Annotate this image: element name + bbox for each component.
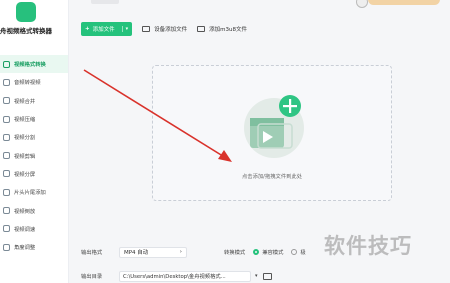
- app-logo-icon: [16, 2, 36, 22]
- sidebar-nav: 视频格式转换 音频转视频 视频合并 视频压缩 视频分割 视频剪辑 视频分屏 片头…: [0, 55, 68, 256]
- chevron-right-icon: ›: [179, 249, 182, 255]
- compress-icon: [3, 115, 10, 123]
- device-icon: [142, 26, 151, 32]
- add-file-label: 添加文件: [92, 27, 115, 33]
- audio-icon: [3, 78, 10, 86]
- sidebar-item-video-compress[interactable]: 视频压缩: [0, 110, 68, 128]
- film-icon: [3, 188, 10, 196]
- sidebar-item-video-format-convert[interactable]: 视频格式转换: [0, 55, 68, 74]
- add-video-illustration-icon: [244, 95, 304, 158]
- scissors-icon: [3, 152, 10, 160]
- sidebar: 舟视频格式转换器 视频格式转换 音频转视频 视频合并 视频压缩 视频分割 视频剪…: [0, 0, 69, 283]
- user-avatar[interactable]: [356, 0, 368, 8]
- sidebar-item-label: 视频分割: [14, 135, 36, 142]
- drop-hint: 点击添加/拖拽文件到此处: [241, 174, 303, 180]
- fast-mode-label: 极: [300, 250, 306, 256]
- reverse-icon: [3, 207, 10, 215]
- sidebar-item-video-speed[interactable]: 视频调速: [0, 220, 68, 238]
- device-add-button[interactable]: 设备添加文件: [142, 22, 187, 36]
- rotate-icon: [3, 243, 10, 251]
- sidebar-item-video-merge[interactable]: 视频合并: [0, 92, 68, 110]
- m3u8-icon: [197, 26, 206, 32]
- chevron-down-icon[interactable]: ▾: [255, 273, 258, 279]
- output-format-label: 输出格式: [81, 250, 103, 256]
- add-file-button[interactable]: + 添加文件 ▾: [81, 22, 133, 36]
- watermark-text: 软件技巧: [324, 234, 412, 258]
- sidebar-item-label: 视频调速: [14, 226, 36, 233]
- output-dir-input[interactable]: C:\Users\admin\Desktop\金舟视频格式...: [119, 270, 251, 282]
- output-dir-row: 输出目录 C:\Users\admin\Desktop\金舟视频格式... ▾: [81, 270, 272, 282]
- sidebar-item-intro-outro[interactable]: 片头片尾添加: [0, 183, 68, 201]
- convert-mode-label: 转换模式: [224, 250, 246, 256]
- sidebar-item-label: 视频压缩: [14, 117, 36, 124]
- speed-icon: [3, 225, 10, 233]
- add-m3u8-label: 添加m3u8文件: [209, 27, 247, 33]
- grid-icon: [3, 170, 10, 178]
- chevron-down-icon[interactable]: ▾: [121, 26, 128, 32]
- plus-icon: +: [85, 26, 90, 32]
- folder-icon[interactable]: [262, 272, 272, 280]
- app-title: 舟视频格式转换器: [0, 27, 52, 35]
- sidebar-item-label: 音频转视频: [14, 80, 41, 87]
- sidebar-item-label: 角度调整: [14, 245, 36, 252]
- device-add-label: 设备添加文件: [154, 27, 188, 33]
- convert-mode-row: 转换模式 兼容模式 极: [224, 246, 306, 258]
- sidebar-item-video-splitscreen[interactable]: 视频分屏: [0, 165, 68, 183]
- sidebar-item-video-split[interactable]: 视频分割: [0, 128, 68, 146]
- sidebar-item-video-edit[interactable]: 视频剪辑: [0, 146, 68, 164]
- output-format-row: 输出格式 MP4 自动 ›: [81, 246, 187, 258]
- output-dir-label: 输出目录: [81, 274, 103, 280]
- add-m3u8-button[interactable]: 添加m3u8文件: [197, 22, 247, 36]
- toolbar: + 添加文件 ▾ 设备添加文件 添加m3u8文件: [81, 21, 247, 37]
- convert-icon: [3, 60, 10, 68]
- top-nav-fragment: [91, 0, 119, 4]
- fast-mode-radio[interactable]: [291, 249, 298, 255]
- file-drop-zone[interactable]: 点击添加/拖拽文件到此处: [152, 65, 392, 201]
- sidebar-item-label: 片头片尾添加: [14, 190, 46, 197]
- compat-mode-radio[interactable]: [253, 249, 260, 255]
- sidebar-item-video-reverse[interactable]: 视频倒放: [0, 201, 68, 219]
- sidebar-item-label: 视频剪辑: [14, 153, 36, 160]
- sidebar-item-label: 视频分屏: [14, 171, 36, 178]
- sidebar-item-label: 视频合并: [14, 98, 36, 105]
- sidebar-item-label: 视频格式转换: [14, 62, 46, 69]
- sidebar-item-audio-to-video[interactable]: 音频转视频: [0, 73, 68, 91]
- merge-icon: [3, 97, 10, 105]
- compat-mode-label: 兼容模式: [262, 250, 284, 256]
- sidebar-item-label: 视频倒放: [14, 208, 36, 215]
- split-icon: [3, 133, 10, 141]
- sidebar-item-angle-adjust[interactable]: 角度调整: [0, 238, 68, 256]
- output-dir-value: C:\Users\admin\Desktop\金舟视频格式...: [123, 274, 226, 280]
- output-format-value: MP4 自动: [124, 250, 149, 256]
- output-format-select[interactable]: MP4 自动 ›: [119, 246, 187, 258]
- vip-badge[interactable]: [368, 0, 440, 5]
